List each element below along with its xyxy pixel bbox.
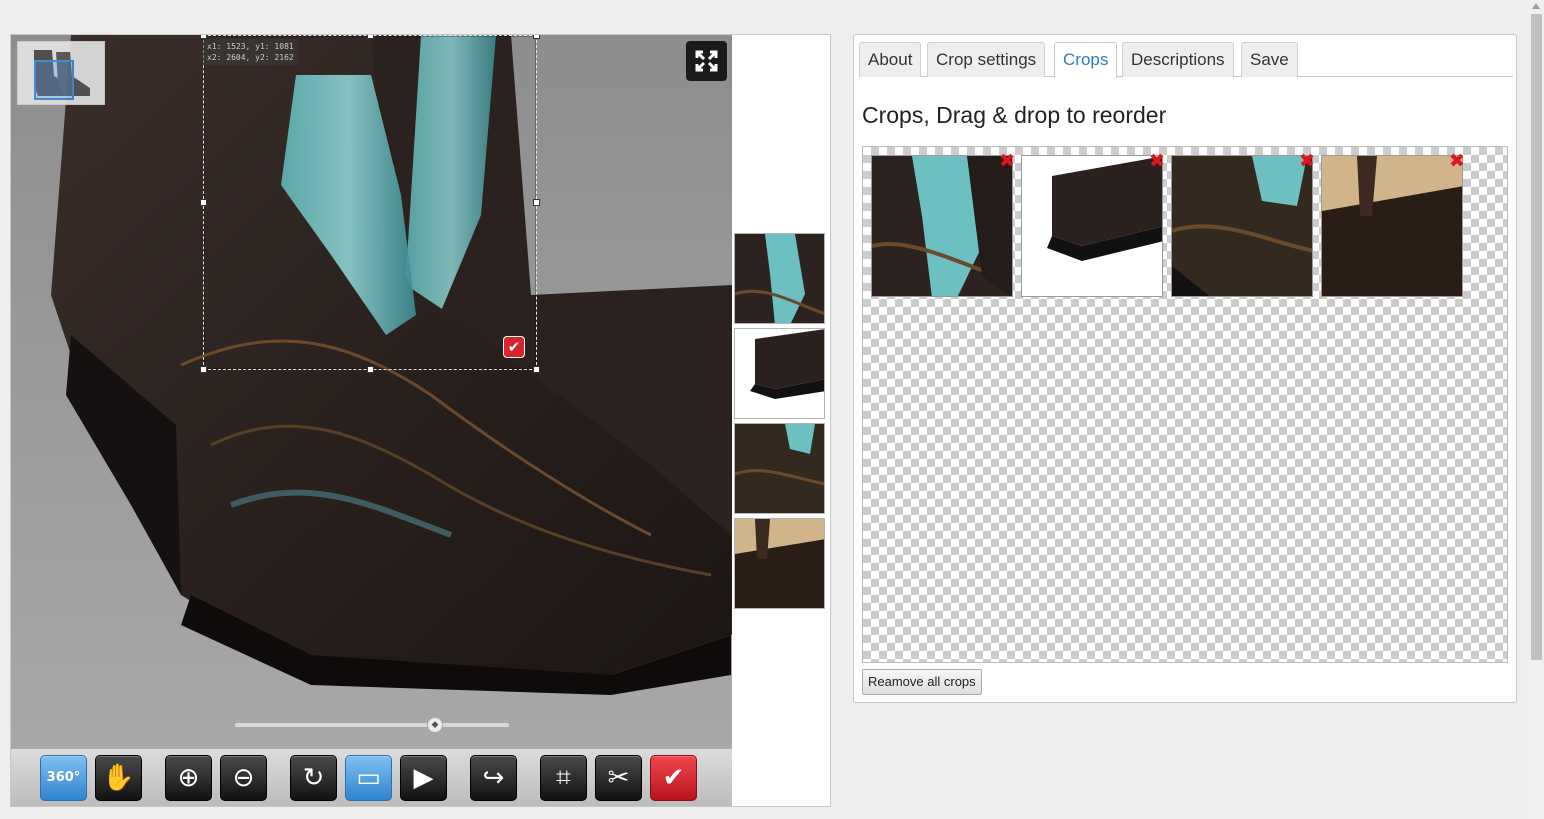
strip-thumb-1[interactable]: [734, 233, 825, 324]
crop-item-2[interactable]: [1021, 155, 1163, 297]
tab-crop-settings[interactable]: Crop settings: [927, 42, 1046, 77]
delete-crop-1-icon[interactable]: ✖: [999, 152, 1015, 171]
settings-button[interactable]: ✂: [595, 755, 642, 801]
360-button[interactable]: 360°: [40, 755, 87, 801]
crop-icon: ⌗: [556, 763, 571, 793]
tab-about[interactable]: About: [859, 42, 922, 77]
crop-handle-n[interactable]: [367, 35, 374, 39]
zoom-out-button[interactable]: ⊖: [220, 755, 267, 801]
crop-thumbnail-strip: [734, 233, 827, 613]
zoom-slider-knob-icon[interactable]: ◆: [427, 717, 444, 733]
zoom-in-icon: ⊕: [177, 763, 200, 793]
crop-item-1[interactable]: [871, 155, 1013, 297]
play-button[interactable]: ▶: [400, 755, 447, 801]
crops-dropzone[interactable]: ✖ ✖ ✖ ✖: [862, 146, 1508, 663]
strip-thumb-3[interactable]: [734, 423, 825, 514]
scrollbar-thumb[interactable]: [1531, 14, 1542, 660]
hand-icon: ✋: [102, 763, 135, 793]
fit-screen-button[interactable]: ▭: [345, 755, 392, 801]
delete-crop-4-icon[interactable]: ✖: [1449, 152, 1465, 171]
remove-all-crops-button[interactable]: Reamove all crops: [862, 669, 982, 695]
crop-handle-e[interactable]: [533, 199, 540, 206]
zoom-slider[interactable]: ◆: [235, 717, 509, 733]
scroll-up-icon[interactable]: [1532, 3, 1540, 9]
play-icon: ▶: [413, 763, 434, 793]
navigator-viewport[interactable]: [34, 60, 74, 100]
crop-item-4[interactable]: [1321, 155, 1463, 297]
image-stage[interactable]: x1: 1523, y1: 1081 x2: 2604, y2: 2162 ✔ …: [11, 35, 732, 748]
tab-save[interactable]: Save: [1241, 42, 1298, 77]
zoom-in-button[interactable]: ⊕: [165, 755, 212, 801]
zoom-out-icon: ⊖: [232, 763, 255, 793]
crop-handle-w[interactable]: [200, 199, 207, 206]
navigator-thumbnail[interactable]: [17, 41, 105, 105]
checkmark-icon: ✔: [662, 763, 685, 793]
crop-handle-sw[interactable]: [200, 366, 207, 373]
360-label: 360°: [46, 770, 81, 785]
image-viewer: x1: 1523, y1: 1081 x2: 2604, y2: 2162 ✔ …: [10, 34, 831, 807]
tools-icon: ✂: [607, 763, 630, 793]
crop-button[interactable]: ⌗: [540, 755, 587, 801]
monitor-icon: ▭: [356, 763, 381, 793]
pan-button[interactable]: ✋: [95, 755, 142, 801]
delete-crop-3-icon[interactable]: ✖: [1299, 152, 1315, 171]
tab-bar: About Crop settings Crops Descriptions S…: [859, 42, 1513, 78]
rotate-icon: ↻: [302, 763, 325, 793]
crops-panel: About Crop settings Crops Descriptions S…: [853, 34, 1517, 703]
strip-thumb-4[interactable]: [734, 518, 825, 609]
crop-handle-se[interactable]: [533, 366, 540, 373]
reset-button[interactable]: ↻: [290, 755, 337, 801]
confirm-button[interactable]: ✔: [650, 755, 697, 801]
tab-crops[interactable]: Crops: [1054, 42, 1118, 78]
crop-item-3[interactable]: [1171, 155, 1313, 297]
coords-line-1: x1: 1523, y1: 1081: [207, 42, 294, 51]
page-title: Crops, Drag & drop to reorder: [862, 102, 1167, 128]
strip-thumb-2[interactable]: [734, 328, 825, 419]
delete-crop-2-icon[interactable]: ✖: [1149, 152, 1165, 171]
viewer-toolbar: 360° ✋ ⊕ ⊖ ↻ ▭ ▶ ↪ ⌗ ✂ ✔: [11, 748, 732, 806]
crop-handle-ne[interactable]: [533, 35, 540, 39]
crop-coordinates: x1: 1523, y1: 1081 x2: 2604, y2: 2162: [203, 39, 298, 65]
redo-button[interactable]: ↪: [470, 755, 517, 801]
tab-descriptions[interactable]: Descriptions: [1122, 42, 1234, 77]
crop-handle-s[interactable]: [367, 366, 374, 373]
crop-selection[interactable]: [200, 35, 540, 373]
checkmark-icon[interactable]: ✔: [503, 336, 525, 358]
fullscreen-icon[interactable]: [686, 41, 727, 81]
coords-line-2: x2: 2604, y2: 2162: [207, 53, 294, 62]
page-scrollbar[interactable]: [1528, 0, 1544, 819]
redo-icon: ↪: [482, 763, 505, 793]
